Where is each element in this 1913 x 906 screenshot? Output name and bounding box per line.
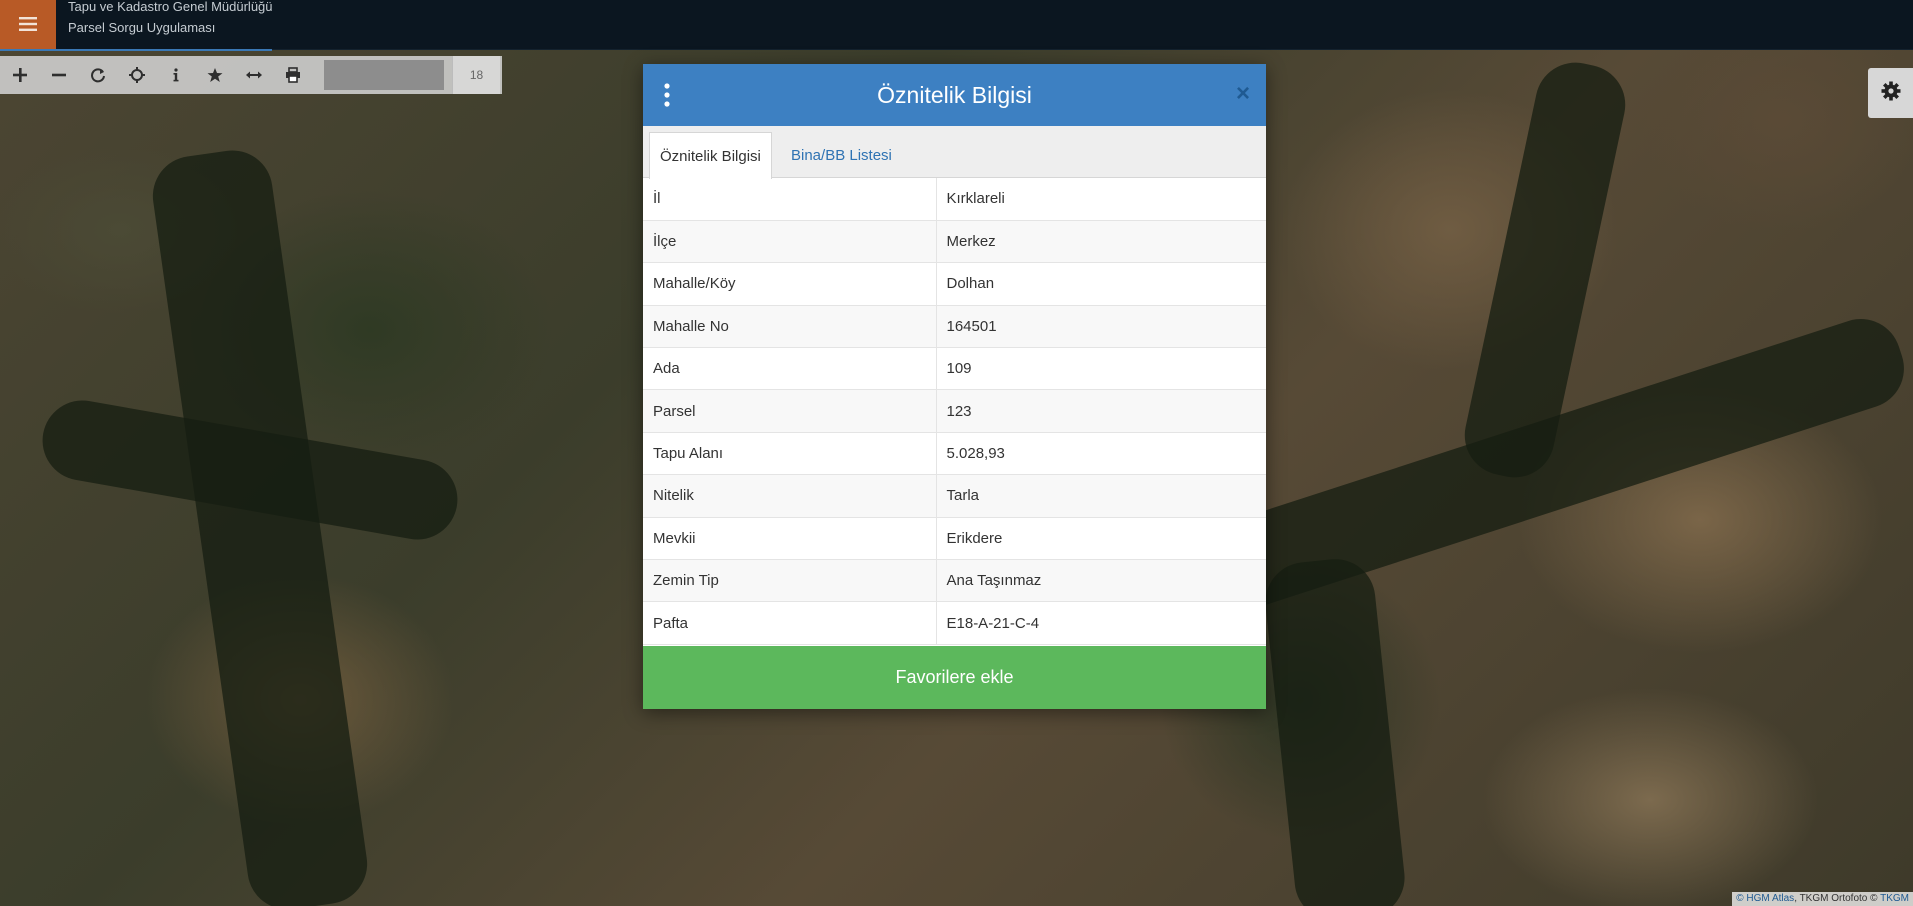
dialog-tabs: Öznitelik Bilgisi Bina/BB Listesi [643,126,1266,179]
row-key: Mahalle No [643,305,937,349]
table-row: Mevkii Erikdere [643,517,1266,561]
row-value: 109 [936,347,1266,391]
star-icon[interactable] [195,56,234,94]
table-row: Mahalle No 164501 [643,305,1266,349]
row-value: Kırklareli [936,178,1266,221]
gear-icon [1881,81,1901,106]
print-icon[interactable] [273,56,312,94]
row-value: Erikdere [936,517,1266,561]
row-value: Merkez [936,220,1266,264]
row-value: 164501 [936,305,1266,349]
table-row: Tapu Alanı 5.028,93 [643,432,1266,476]
hamburger-icon [19,15,37,36]
row-value: 5.028,93 [936,432,1266,476]
row-key: Pafta [643,601,937,645]
tab-attribute-info[interactable]: Öznitelik Bilgisi [649,132,772,179]
row-key: Mahalle/Köy [643,262,937,306]
locate-icon[interactable] [117,56,156,94]
row-value: Tarla [936,474,1266,518]
row-value: 123 [936,389,1266,433]
zoom-in-icon[interactable] [0,56,39,94]
map-toolbar: 18 [0,56,502,94]
refresh-icon[interactable] [78,56,117,94]
app-title: Parsel Sorgu Uygulaması [68,20,216,35]
zoom-level: 18 [452,56,500,94]
settings-button[interactable] [1868,68,1913,118]
dialog-header: Öznitelik Bilgisi × [643,64,1266,126]
row-key: Ada [643,347,937,391]
add-to-favorites-button[interactable]: Favorilere ekle [643,646,1266,709]
attribution-text: , TKGM Ortofoto © [1794,893,1878,904]
row-key: Mevkii [643,517,937,561]
row-key: Tapu Alanı [643,432,937,476]
info-icon[interactable] [156,56,195,94]
table-row: Pafta E18-A-21-C-4 [643,601,1266,645]
table-row: İl Kırklareli [643,178,1266,221]
attribution-link-hgm[interactable]: © HGM Atlas [1736,893,1794,904]
row-value: Dolhan [936,262,1266,306]
close-icon[interactable]: × [1236,80,1250,108]
measure-icon[interactable] [234,56,273,94]
loading-bar [0,49,272,51]
coordinate-input[interactable] [324,60,444,90]
tab-building-list[interactable]: Bina/BB Listesi [781,132,902,179]
table-row: Nitelik Tarla [643,474,1266,518]
attribute-table: İl Kırklareli İlçe Merkez Mahalle/Köy Dolha… [643,178,1266,645]
attribution-link-tkgm[interactable]: TKGM [1878,893,1909,904]
attribute-dialog: Öznitelik Bilgisi × Öznitelik Bilgisi Bi… [643,64,1266,709]
org-title: Tapu ve Kadastro Genel Müdürlüğü [68,0,273,14]
menu-button[interactable] [0,0,56,50]
top-bar: Tapu ve Kadastro Genel Müdürlüğü Parsel … [0,0,1913,51]
row-key: Parsel [643,389,937,433]
row-key: İl [643,178,937,221]
table-row: İlçe Merkez [643,220,1266,264]
row-key: Zemin Tip [643,559,937,603]
row-key: Nitelik [643,474,937,518]
table-row: Mahalle/Köy Dolhan [643,262,1266,306]
dialog-title: Öznitelik Bilgisi [877,81,1032,108]
table-row: Zemin Tip Ana Taşınmaz [643,559,1266,603]
kebab-menu-icon[interactable] [661,80,673,110]
row-value: Ana Taşınmaz [936,559,1266,603]
table-row: Ada 109 [643,347,1266,391]
row-key: İlçe [643,220,937,264]
map-attribution: © HGM Atlas, TKGM Ortofoto © TKGM [1732,892,1913,906]
zoom-out-icon[interactable] [39,56,78,94]
table-row: Parsel 123 [643,389,1266,433]
row-value: E18-A-21-C-4 [936,601,1266,645]
